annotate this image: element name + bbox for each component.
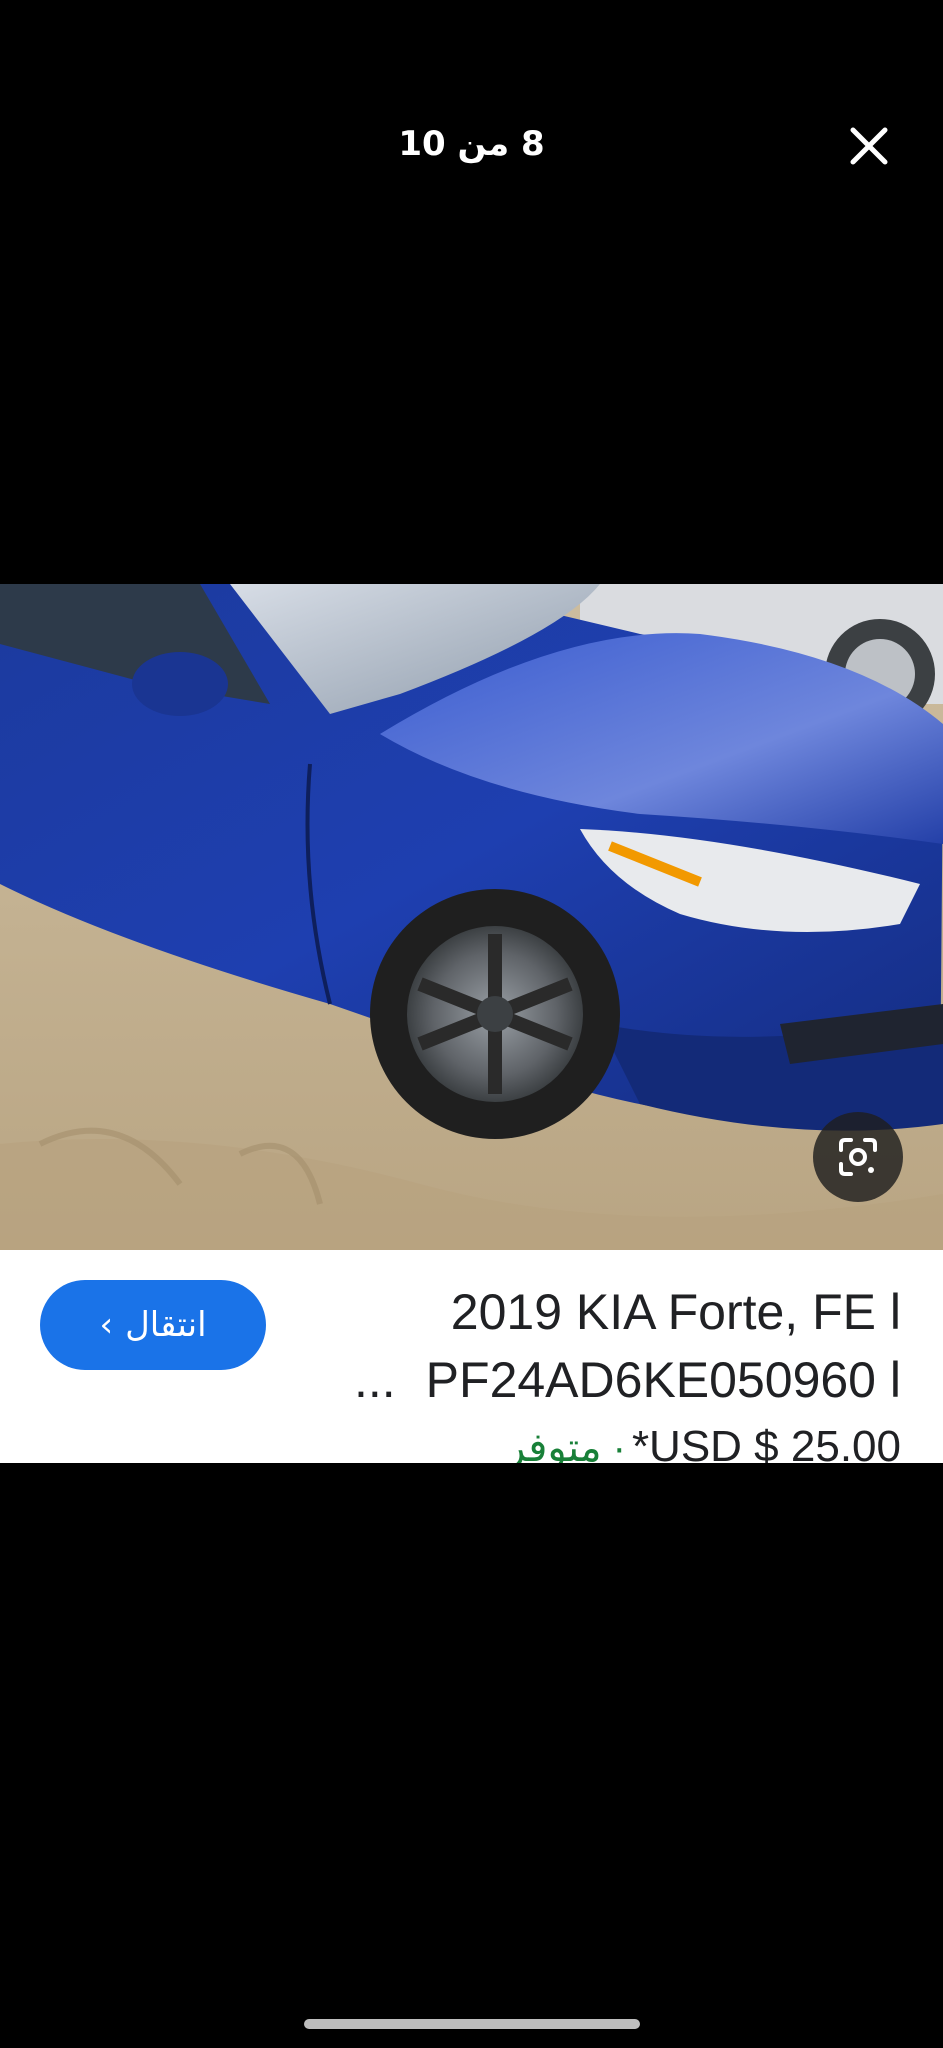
google-lens-icon bbox=[839, 1138, 877, 1176]
result-card[interactable]: 2019 KIA Forte, FE l ... PF24AD6KE050960 … bbox=[0, 1250, 943, 1463]
result-title-line2: ... PF24AD6KE050960 l bbox=[341, 1346, 901, 1414]
result-price-row: متوفر · *USD $ 25.00 bbox=[506, 1422, 901, 1463]
result-title-line1: 2019 KIA Forte, FE l bbox=[450, 1284, 901, 1340]
close-icon bbox=[850, 127, 888, 165]
go-button[interactable]: انتقال › bbox=[40, 1280, 266, 1370]
car-photo[interactable] bbox=[0, 584, 943, 1250]
go-button-label: انتقال bbox=[125, 1305, 207, 1345]
price-label: *USD $ 25.00 bbox=[631, 1422, 901, 1463]
car-image bbox=[0, 584, 943, 1250]
close-button[interactable] bbox=[847, 124, 891, 168]
result-title[interactable]: 2019 KIA Forte, FE l ... PF24AD6KE050960 … bbox=[341, 1278, 901, 1414]
result-title-line2-text: PF24AD6KE050960 l bbox=[425, 1352, 901, 1408]
lens-search-button[interactable] bbox=[813, 1112, 903, 1202]
home-indicator[interactable] bbox=[304, 2019, 640, 2029]
chevron-right-icon: › bbox=[99, 1305, 114, 1345]
image-counter: 8 من 10 bbox=[398, 124, 545, 164]
availability-label: متوفر · bbox=[506, 1426, 626, 1463]
viewer-top-bar: 8 من 10 bbox=[0, 110, 943, 190]
image-viewer-screen: 8 من 10 2019 KIA Forte, FE l ... PF24AD6… bbox=[0, 0, 943, 2048]
result-title-ellipsis: ... bbox=[353, 1352, 396, 1408]
